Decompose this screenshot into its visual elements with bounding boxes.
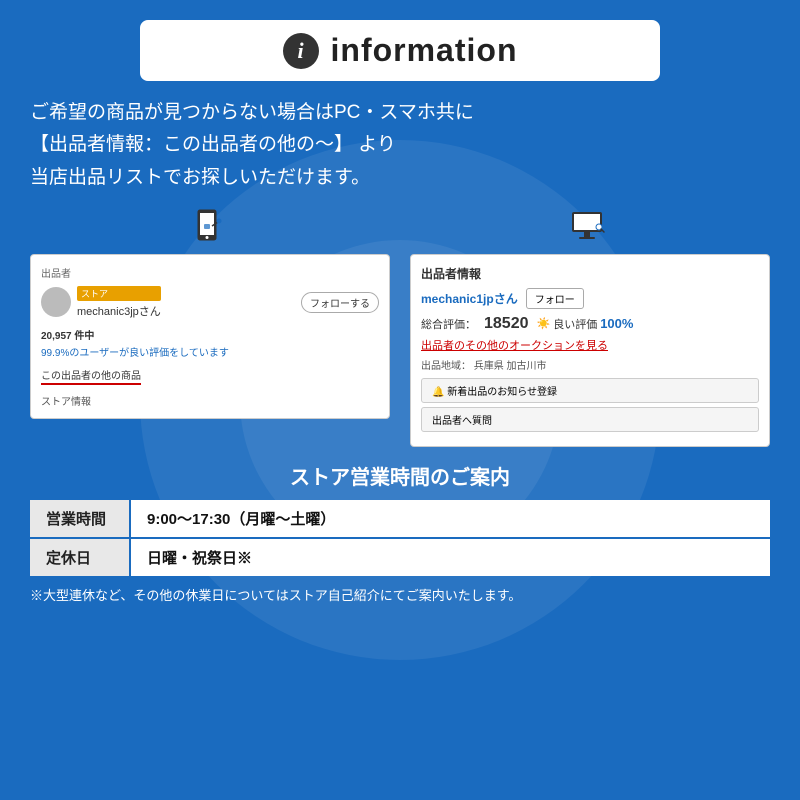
rating-left: 99.9%のユーザーが良い評価をしています	[41, 344, 379, 359]
store-info-left: ストア情報	[41, 393, 379, 408]
seller-name-left: mechanic3jpさん	[77, 306, 161, 318]
sun-emoji: ☀️	[537, 317, 551, 330]
pc-screenshot-col: 出品者情報 mechanic1jpさん フォロー 総合評価： 18520 ☀️ …	[410, 206, 770, 447]
follow-button-left[interactable]: フォローする	[301, 292, 379, 313]
avatar-left	[41, 287, 71, 317]
business-section: ストア営業時間のご案内 営業時間 9:00〜17:30（月曜〜土曜） 定休日 日…	[30, 461, 770, 576]
seller-row-left: ストア mechanic3jpさん フォローする	[41, 286, 379, 319]
good-label: 良い評価	[553, 316, 597, 332]
hours-table: 営業時間 9:00〜17:30（月曜〜土曜） 定休日 日曜・祝祭日※	[30, 500, 770, 576]
follow-button-right[interactable]: フォロー	[526, 288, 584, 309]
question-button[interactable]: 出品者へ質問	[421, 407, 759, 432]
hours-row-2: 定休日 日曜・祝祭日※	[30, 538, 770, 576]
hours-row-1: 営業時間 9:00〜17:30（月曜〜土曜）	[30, 500, 770, 538]
hours-label-1: 営業時間	[30, 500, 130, 538]
rating-row-right: 総合評価： 18520 ☀️ 良い評価 100%	[421, 315, 759, 333]
notify-button[interactable]: 🔔 新着出品のお知らせ登録	[421, 378, 759, 403]
mobile-screenshot-col: 出品者 ストア mechanic3jpさん フォローする 20,957 件中 9…	[30, 206, 390, 419]
right-card-header: 出品者情報	[421, 265, 759, 282]
business-title: ストア営業時間のご案内	[30, 461, 770, 490]
seller-info-left: ストア mechanic3jpさん	[41, 286, 161, 319]
main-container: i information ご希望の商品が見つからない場合はPC・スマホ共に 【…	[0, 0, 800, 615]
good-pct: 100%	[600, 316, 633, 331]
main-instruction: ご希望の商品が見つからない場合はPC・スマホ共に 【出品者情報：この出品者の他の…	[30, 97, 770, 194]
location: 出品地域： 兵庫県 加古川市	[421, 357, 759, 372]
auction-link[interactable]: 出品者のその他のオークションを見る	[421, 337, 759, 353]
store-badge: ストア	[77, 286, 161, 301]
phone-icon	[188, 206, 232, 250]
other-products-link[interactable]: この出品者の他の商品	[41, 367, 141, 385]
seller-row-right: mechanic1jpさん フォロー	[421, 288, 759, 309]
seller-name-right: mechanic1jpさん	[421, 290, 518, 307]
right-card: 出品者情報 mechanic1jpさん フォロー 総合評価： 18520 ☀️ …	[410, 254, 770, 447]
left-card-label: 出品者	[41, 265, 379, 280]
stats-left: 20,957 件中	[41, 327, 379, 342]
rating-number: 18520	[484, 315, 529, 333]
info-icon: i	[283, 33, 319, 69]
seller-details-left: ストア mechanic3jpさん	[77, 286, 161, 319]
header-box: i information	[140, 20, 660, 81]
monitor-icon	[568, 206, 612, 250]
rating-label: 総合評価：	[421, 316, 476, 332]
footer-note: ※大型連休など、その他の休業日についてはストア自己紹介にてご案内いたします。	[30, 586, 770, 606]
hours-value-2: 日曜・祝祭日※	[130, 538, 770, 576]
screenshots-row: 出品者 ストア mechanic3jpさん フォローする 20,957 件中 9…	[30, 206, 770, 447]
left-card: 出品者 ストア mechanic3jpさん フォローする 20,957 件中 9…	[30, 254, 390, 419]
header-title: information	[331, 32, 518, 69]
good-rating: ☀️ 良い評価 100%	[537, 316, 634, 332]
hours-label-2: 定休日	[30, 538, 130, 576]
hours-value-1: 9:00〜17:30（月曜〜土曜）	[130, 500, 770, 538]
